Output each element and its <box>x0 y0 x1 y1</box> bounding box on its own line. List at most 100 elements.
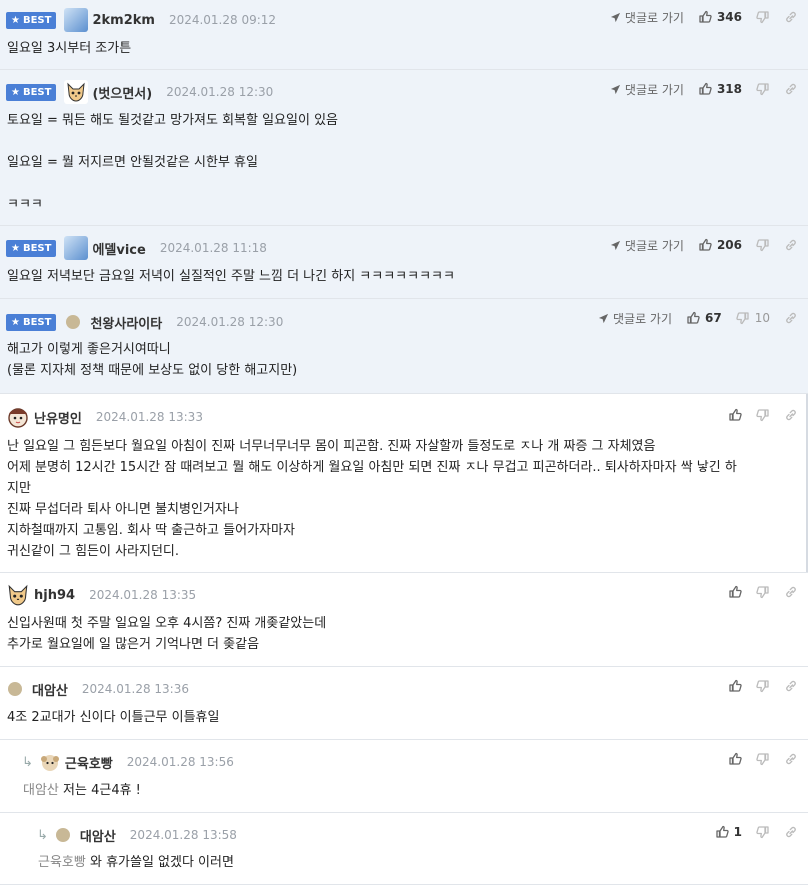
nickname[interactable]: hjh94 <box>34 588 75 603</box>
nickname[interactable]: 근육호빵 <box>65 753 113 772</box>
downvote-button[interactable] <box>756 10 770 24</box>
avatar[interactable] <box>55 828 70 842</box>
downvote-button[interactable] <box>756 408 770 422</box>
comment-best-4: ★ BEST 천왕사라이타 2024.01.28 12:30 댓글로 가기 67 … <box>0 299 808 394</box>
comment: 난유명인 2024.01.28 13:33 난 일요일 그 힘든보다 월요일 아… <box>0 394 808 573</box>
thumbs-down-icon <box>756 585 770 599</box>
nickname[interactable]: 대암산 <box>80 826 116 845</box>
avatar[interactable] <box>64 80 89 104</box>
upvote-button[interactable]: 206 <box>698 238 742 252</box>
avatar[interactable] <box>6 405 30 429</box>
upvote-button[interactable] <box>728 408 742 422</box>
thumbs-up-icon <box>715 825 729 839</box>
nickname[interactable]: 에델vice <box>92 239 145 258</box>
go-to-reply-button[interactable]: 댓글로 가기 <box>610 237 684 254</box>
mention[interactable]: 근육호빵 <box>38 855 86 870</box>
share-link-button[interactable] <box>784 311 798 325</box>
star-icon: ★ <box>11 86 20 98</box>
upvote-button[interactable]: 318 <box>698 82 742 96</box>
thumbs-up-icon <box>728 408 742 422</box>
thumbs-down-icon <box>736 311 750 325</box>
avatar[interactable] <box>38 751 61 773</box>
timestamp: 2024.01.28 13:33 <box>95 410 203 424</box>
star-icon: ★ <box>11 316 20 328</box>
nickname[interactable]: 2km2km <box>92 13 154 28</box>
thumbs-down-icon <box>756 752 770 766</box>
share-link-button[interactable] <box>784 408 798 422</box>
share-link-button[interactable] <box>784 10 798 24</box>
downvote-button[interactable] <box>756 825 770 839</box>
best-badge: ★ BEST <box>6 83 57 101</box>
go-to-reply-button[interactable]: 댓글로 가기 <box>598 310 672 327</box>
link-icon <box>784 825 798 839</box>
share-link-button[interactable] <box>784 82 798 96</box>
thumbs-down-icon <box>756 238 770 252</box>
thumbs-up-icon <box>728 679 742 693</box>
avatar[interactable] <box>6 583 30 607</box>
best-badge: ★ BEST <box>6 313 57 331</box>
comment-body: 일요일 저녁보단 금요일 저녁이 실질적인 주말 느낌 더 나긴 하지 ㅋㅋㅋㅋ… <box>7 269 455 284</box>
timestamp: 2024.01.28 12:30 <box>176 315 284 329</box>
reply: ↳ 대암산 2024.01.28 13:58 1 근육호빵 와 휴가쓸일 없겠다… <box>0 813 808 885</box>
avatar[interactable] <box>66 315 81 329</box>
comment: hjh94 2024.01.28 13:35 신입사원때 첫 주말 일요일 오후… <box>0 573 808 667</box>
comment-body: 근육호빵 와 휴가쓸일 없겠다 이러면 <box>38 855 234 870</box>
thumbs-up-icon <box>698 10 712 24</box>
star-icon: ★ <box>11 242 20 254</box>
send-icon <box>610 84 621 95</box>
link-icon <box>784 10 798 24</box>
timestamp: 2024.01.28 13:56 <box>126 755 234 769</box>
mention[interactable]: 대암산 <box>23 783 59 798</box>
comment-body: 해고가 이렇게 좋은거시여따니 (물론 지자체 정책 때문에 보상도 없이 당한… <box>7 342 298 378</box>
reply-arrow-icon: ↳ <box>22 754 33 770</box>
downvote-button[interactable] <box>756 585 770 599</box>
avatar[interactable] <box>8 682 22 696</box>
upvote-button[interactable] <box>728 585 742 599</box>
comment-body: 토요일 = 뭐든 해도 될것같고 망가져도 회복할 일요일이 있음 일요일 = … <box>7 113 338 212</box>
thumbs-down-icon <box>756 679 770 693</box>
downvote-button[interactable] <box>756 238 770 252</box>
comment-best-1: ★ BEST 2km2km 2024.01.28 09:12 댓글로 가기 346… <box>0 0 808 70</box>
upvote-button[interactable]: 346 <box>698 10 742 24</box>
downvote-button[interactable] <box>756 82 770 96</box>
thumbs-down-icon <box>756 825 770 839</box>
avatar[interactable] <box>64 8 89 32</box>
upvote-button[interactable] <box>728 679 742 693</box>
upvote-button[interactable]: 1 <box>715 825 742 839</box>
upvote-button[interactable]: 67 <box>686 311 722 325</box>
share-link-button[interactable] <box>784 585 798 599</box>
go-to-reply-button[interactable]: 댓글로 가기 <box>610 9 684 26</box>
timestamp: 2024.01.28 12:30 <box>166 85 274 99</box>
thumbs-up-icon <box>698 238 712 252</box>
downvote-button[interactable]: 10 <box>736 311 770 325</box>
reply: ↳ 근육호빵 2024.01.28 13:56 대암산 저는 4근4휴 ! <box>0 740 808 813</box>
link-icon <box>784 752 798 766</box>
thumbs-down-icon <box>756 408 770 422</box>
thumbs-up-icon <box>728 585 742 599</box>
share-link-button[interactable] <box>784 238 798 252</box>
nickname[interactable]: 난유명인 <box>34 408 82 427</box>
link-icon <box>784 311 798 325</box>
comment-best-3: ★ BEST 에델vice 2024.01.28 11:18 댓글로 가기 206… <box>0 226 808 299</box>
comment-best-2: ★ BEST (벗으면서) 2024.01.28 12:30 댓글로 가기 318… <box>0 70 808 226</box>
nickname[interactable]: (벗으면서) <box>92 83 152 102</box>
upvote-count: 346 <box>716 10 742 24</box>
avatar[interactable] <box>64 236 89 260</box>
share-link-button[interactable] <box>784 752 798 766</box>
timestamp: 2024.01.28 09:12 <box>168 13 277 27</box>
share-link-button[interactable] <box>784 679 798 693</box>
upvote-button[interactable] <box>728 752 742 766</box>
link-icon <box>784 82 798 96</box>
go-to-reply-button[interactable]: 댓글로 가기 <box>610 81 684 98</box>
downvote-button[interactable] <box>756 679 770 693</box>
comment-body: 일요일 3시부터 조가튼 <box>7 41 132 56</box>
link-icon <box>784 408 798 422</box>
upvote-count: 206 <box>716 238 742 252</box>
send-icon <box>610 240 621 251</box>
share-link-button[interactable] <box>784 825 798 839</box>
thumbs-up-icon <box>698 82 712 96</box>
nickname[interactable]: 천왕사라이타 <box>90 313 162 332</box>
downvote-button[interactable] <box>756 752 770 766</box>
nickname[interactable]: 대암산 <box>32 680 68 699</box>
comment-body: 대암산 저는 4근4휴 ! <box>23 783 141 798</box>
